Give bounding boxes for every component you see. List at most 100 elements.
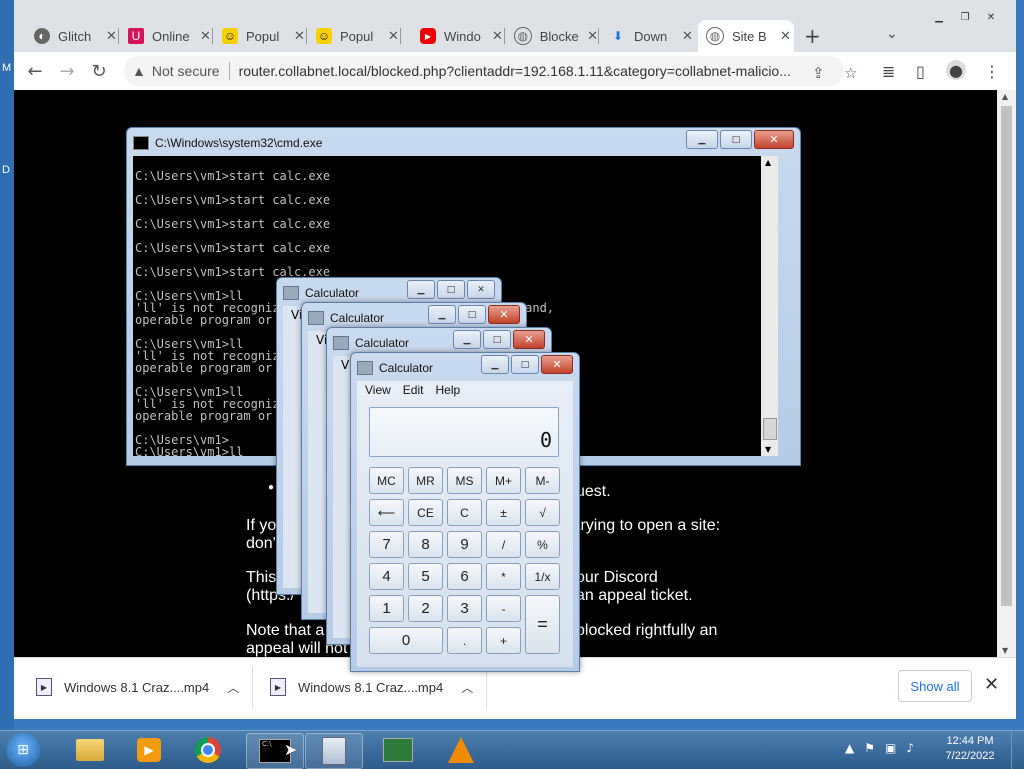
console-scrollbar[interactable]: ▲ ▼	[761, 156, 778, 456]
menu-view[interactable]: View	[365, 383, 391, 397]
digit-8-button[interactable]: 8	[408, 531, 443, 558]
tab[interactable]: ◍ Blocke ✕	[506, 20, 599, 52]
back-button[interactable]: ←	[24, 60, 46, 82]
close-tab-icon[interactable]: ✕	[492, 28, 503, 44]
mr-button[interactable]: MR	[408, 467, 443, 494]
side-panel-icon[interactable]: ▯	[916, 62, 925, 81]
equals-button[interactable]: =	[525, 595, 560, 654]
calculator-title-bar[interactable]: Calculator	[357, 357, 433, 379]
share-icon[interactable]: ⇪	[812, 64, 825, 82]
page-scrollbar[interactable]: ▲ ▼	[997, 90, 1016, 657]
address-bar[interactable]: ▲ Not secure router.collabnet.local/bloc…	[124, 56, 844, 86]
show-desktop-button[interactable]	[1011, 731, 1024, 769]
maximize-button[interactable]: □	[720, 130, 752, 149]
negate-button[interactable]: ±	[486, 499, 521, 526]
close-download-bar-icon[interactable]: ✕	[984, 674, 999, 695]
restore-button[interactable]: ❐	[954, 10, 976, 24]
ce-button[interactable]: CE	[408, 499, 443, 526]
close-tab-icon[interactable]: ✕	[780, 28, 791, 44]
maximize-button[interactable]: □	[511, 355, 539, 374]
backspace-button[interactable]: ⟵	[369, 499, 404, 526]
close-button[interactable]: ✕	[488, 305, 520, 324]
close-tab-icon[interactable]: ✕	[106, 28, 117, 44]
digit-2-button[interactable]: 2	[408, 595, 443, 622]
digit-3-button[interactable]: 3	[447, 595, 482, 622]
chevron-up-icon[interactable]: ︿	[461, 679, 473, 696]
scroll-up-icon[interactable]: ▲	[1002, 92, 1008, 101]
action-center-icon[interactable]: ⚑	[864, 741, 875, 755]
maximize-button[interactable]: □	[483, 330, 511, 349]
percent-button[interactable]: %	[525, 531, 560, 558]
taskbar-network-app[interactable]	[370, 733, 426, 767]
tab-active[interactable]: ◍ Site B ✕	[698, 20, 794, 52]
reading-list-icon[interactable]: ≣	[882, 62, 895, 81]
tab[interactable]: ☺ Popul ✕	[308, 20, 401, 52]
minimize-button[interactable]: ▁	[686, 130, 718, 149]
minimize-button[interactable]: ▁	[428, 305, 456, 324]
show-hidden-icons-icon[interactable]: ▲	[845, 741, 854, 755]
scroll-up-icon[interactable]: ▲	[765, 158, 771, 167]
m-plus-button[interactable]: M+	[486, 467, 521, 494]
reload-button[interactable]: ↻	[88, 60, 110, 82]
digit-6-button[interactable]: 6	[447, 563, 482, 590]
calculator-window[interactable]: Calculator ▁ □ ✕ View Edit Help 0 MC MR …	[350, 352, 580, 672]
menu-help[interactable]: Help	[435, 383, 460, 397]
clear-button[interactable]: C	[447, 499, 482, 526]
digit-9-button[interactable]: 9	[447, 531, 482, 558]
taskbar-chrome[interactable]	[180, 733, 236, 767]
scrollbar-thumb[interactable]	[1001, 106, 1012, 606]
decimal-button[interactable]: .	[447, 627, 482, 654]
close-button[interactable]: ✕	[980, 10, 1002, 24]
minimize-button[interactable]: ▁	[928, 10, 950, 24]
bookmark-star-icon[interactable]: ☆	[844, 64, 857, 82]
download-item[interactable]: ▶ Windows 8.1 Craz....mp4 ︿	[36, 658, 246, 716]
minimize-button[interactable]: ▁	[453, 330, 481, 349]
minimize-button[interactable]: ▁	[481, 355, 509, 374]
start-button[interactable]: ⊞	[6, 733, 40, 767]
maximize-button[interactable]: □	[458, 305, 486, 324]
close-button[interactable]: ✕	[754, 130, 794, 149]
divide-button[interactable]: /	[486, 531, 521, 558]
menu-edit[interactable]: Edit	[403, 383, 424, 397]
scroll-down-icon[interactable]: ▼	[765, 445, 771, 454]
multiply-button[interactable]: *	[486, 563, 521, 590]
forward-button[interactable]: →	[56, 60, 78, 82]
taskbar-calculator[interactable]	[305, 733, 363, 769]
reciprocal-button[interactable]: 1/x	[525, 563, 560, 590]
close-button[interactable]: ✕	[467, 280, 495, 299]
close-tab-icon[interactable]: ✕	[682, 28, 693, 44]
close-tab-icon[interactable]: ✕	[294, 28, 305, 44]
maximize-button[interactable]: □	[437, 280, 465, 299]
m-minus-button[interactable]: M-	[525, 467, 560, 494]
tab-search-chevron-icon[interactable]: ⌄	[886, 26, 898, 42]
digit-0-button[interactable]: 0	[369, 627, 443, 654]
close-tab-icon[interactable]: ✕	[388, 28, 399, 44]
taskbar-explorer[interactable]	[62, 733, 118, 767]
digit-1-button[interactable]: 1	[369, 595, 404, 622]
subtract-button[interactable]: -	[486, 595, 521, 622]
digit-4-button[interactable]: 4	[369, 563, 404, 590]
security-label[interactable]: Not secure	[152, 63, 220, 79]
digit-5-button[interactable]: 5	[408, 563, 443, 590]
system-clock[interactable]: 12:44 PM 7/22/2022	[940, 734, 1000, 764]
ms-button[interactable]: MS	[447, 467, 482, 494]
minimize-button[interactable]: ▁	[407, 280, 435, 299]
mc-button[interactable]: MC	[369, 467, 404, 494]
close-tab-icon[interactable]: ✕	[200, 28, 211, 44]
taskbar-vlc[interactable]	[433, 733, 489, 767]
tab[interactable]: ⬇ Down ✕	[602, 20, 694, 52]
add-button[interactable]: +	[486, 627, 521, 654]
menu-kebab-icon[interactable]: ⋮	[984, 62, 1000, 81]
tab[interactable]: ▶ Windo ✕	[412, 20, 505, 52]
digit-7-button[interactable]: 7	[369, 531, 404, 558]
chevron-up-icon[interactable]: ︿	[227, 679, 239, 696]
network-icon[interactable]: ▣	[885, 741, 896, 755]
taskbar-media-player[interactable]: ▶	[121, 733, 177, 767]
close-button[interactable]: ✕	[513, 330, 545, 349]
tab[interactable]: U Online ✕	[120, 20, 213, 52]
sqrt-button[interactable]: √	[525, 499, 560, 526]
cmd-title-bar[interactable]: C:\Windows\system32\cmd.exe	[133, 132, 322, 154]
scrollbar-thumb[interactable]	[763, 418, 777, 440]
close-button[interactable]: ✕	[541, 355, 573, 374]
new-tab-button[interactable]: +	[804, 24, 821, 48]
